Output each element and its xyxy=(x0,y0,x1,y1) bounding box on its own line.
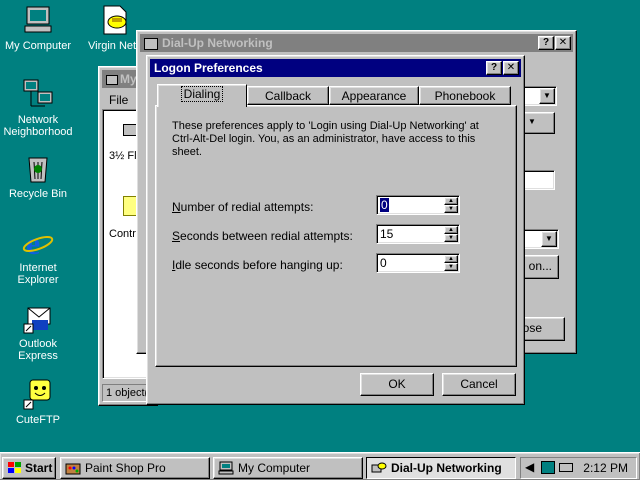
modem-tray-icon[interactable] xyxy=(559,463,573,472)
spin-down-button[interactable]: ▼ xyxy=(444,234,458,242)
desktop-icon-label: My Computer xyxy=(4,40,72,52)
redial-seconds-input[interactable]: 15 ▲ ▼ xyxy=(376,224,460,244)
tab-callback[interactable]: Callback xyxy=(247,86,329,105)
desktop-icon-outlook-express[interactable]: Outlook Express xyxy=(0,302,76,362)
list-item[interactable]: 3½ Fl xyxy=(109,150,137,162)
system-tray: ◀ 2:12 PM xyxy=(520,457,637,479)
desktop-icon-label: Recycle Bin xyxy=(8,188,68,200)
redial-attempts-input[interactable]: 0 ▲ ▼ xyxy=(376,195,460,215)
idle-seconds-spinner[interactable]: ▲ ▼ xyxy=(444,255,458,271)
recycle-bin-icon xyxy=(22,152,54,184)
tab-phonebook[interactable]: Phonebook xyxy=(419,86,511,105)
desktop-icon-internet-explorer[interactable]: e Internet Explorer xyxy=(0,225,76,286)
chevron-down-icon: ▼ xyxy=(543,91,551,100)
idle-seconds-label: Idle seconds before hanging up: xyxy=(172,258,343,272)
volume-icon[interactable]: ◀ xyxy=(525,460,534,474)
computer-small-icon xyxy=(106,74,118,85)
dialog-title: Logon Preferences xyxy=(154,61,263,75)
description-text: These preferences apply to 'Login using … xyxy=(172,120,479,158)
redial-seconds-label: Seconds between redial attempts: xyxy=(172,229,353,243)
ok-button[interactable]: OK xyxy=(360,373,434,396)
arrow-up-icon: ▲ xyxy=(448,227,454,233)
desktop-icon-cuteftp[interactable]: CuteFTP xyxy=(0,378,76,426)
spin-down-button[interactable]: ▼ xyxy=(444,205,458,213)
dropdown-arrow-button[interactable]: ▼ xyxy=(541,231,557,247)
chevron-down-icon: ▼ xyxy=(528,117,536,126)
arrow-down-icon: ▼ xyxy=(448,264,454,270)
close-button[interactable]: ✕ xyxy=(555,36,571,50)
network-tray-icon[interactable] xyxy=(541,461,555,474)
spin-down-button[interactable]: ▼ xyxy=(444,263,458,271)
desktop-icon-label: Network Neighborhood xyxy=(3,114,73,138)
internet-explorer-icon: e xyxy=(22,225,54,261)
cancel-button[interactable]: Cancel xyxy=(442,373,516,396)
desktop-icon-network-neighborhood[interactable]: Network Neighborhood xyxy=(0,78,76,138)
dropdown-arrow-button[interactable]: ▼ xyxy=(539,88,555,104)
redial-attempts-spinner[interactable]: ▲ ▼ xyxy=(444,197,458,213)
window-title: My xyxy=(120,72,137,86)
dialup-networking-icon xyxy=(371,461,387,475)
redial-attempts-label: Number of redial attempts: xyxy=(172,200,314,214)
list-item[interactable]: Contr xyxy=(109,228,136,240)
spin-up-button[interactable]: ▲ xyxy=(444,226,458,234)
tab-appearance[interactable]: Appearance xyxy=(329,86,419,105)
dialup-small-icon xyxy=(144,37,158,50)
windows-logo-icon xyxy=(7,461,23,475)
task-dialup-networking[interactable]: Dial-Up Networking xyxy=(366,457,516,479)
help-button[interactable]: ? xyxy=(538,36,554,50)
close-button[interactable]: ✕ xyxy=(503,61,519,75)
desktop-icon-label: Outlook Express xyxy=(18,338,58,362)
cuteftp-icon xyxy=(22,378,54,410)
arrow-down-icon: ▼ xyxy=(448,235,454,241)
desktop-icon-label: Internet Explorer xyxy=(17,262,59,286)
arrow-up-icon: ▲ xyxy=(448,256,454,262)
network-icon xyxy=(22,78,54,110)
menu-file[interactable]: File xyxy=(109,93,128,107)
computer-icon xyxy=(218,461,234,475)
chevron-down-icon: ▼ xyxy=(545,234,553,243)
window-title: Dial-Up Networking xyxy=(162,36,273,50)
logon-preferences-dialog[interactable]: Logon Preferences ? ✕ Dialing Callback A… xyxy=(146,55,525,405)
close-icon: ✕ xyxy=(558,37,568,48)
svg-text:e: e xyxy=(26,226,40,258)
clock[interactable]: 2:12 PM xyxy=(583,461,628,475)
close-icon: ✕ xyxy=(506,62,516,73)
spin-up-button[interactable]: ▲ xyxy=(444,255,458,263)
desktop-icon-label: CuteFTP xyxy=(15,414,60,426)
dialog-titlebar[interactable]: Logon Preferences ? ✕ xyxy=(150,59,521,77)
spin-up-button[interactable]: ▲ xyxy=(444,197,458,205)
tab-panel: These preferences apply to 'Login using … xyxy=(155,105,517,367)
help-button[interactable]: ? xyxy=(486,61,502,75)
redial-seconds-spinner[interactable]: ▲ ▼ xyxy=(444,226,458,242)
task-paint-shop-pro[interactable]: Paint Shop Pro xyxy=(60,457,210,479)
arrow-up-icon: ▲ xyxy=(448,198,454,204)
outlook-express-icon xyxy=(22,302,54,334)
paint-shop-pro-icon xyxy=(65,461,81,475)
desktop-icon-my-computer[interactable]: My Computer xyxy=(0,4,76,52)
task-my-computer[interactable]: My Computer xyxy=(213,457,363,479)
phone-dialer-icon xyxy=(100,4,132,36)
start-button[interactable]: Start xyxy=(2,457,56,479)
desktop-icon-recycle-bin[interactable]: Recycle Bin xyxy=(0,152,76,200)
computer-icon xyxy=(22,4,54,36)
arrow-down-icon: ▼ xyxy=(448,206,454,212)
tab-strip: Dialing Callback Appearance Phonebook xyxy=(155,84,517,107)
idle-seconds-input[interactable]: 0 ▲ ▼ xyxy=(376,253,460,273)
dialup-titlebar[interactable]: Dial-Up Networking ? ✕ xyxy=(140,34,573,52)
taskbar: Start Paint Shop Pro My Computer Dial-Up… xyxy=(0,452,640,480)
floppy-icon xyxy=(123,124,137,136)
tab-dialing[interactable]: Dialing xyxy=(157,84,247,107)
